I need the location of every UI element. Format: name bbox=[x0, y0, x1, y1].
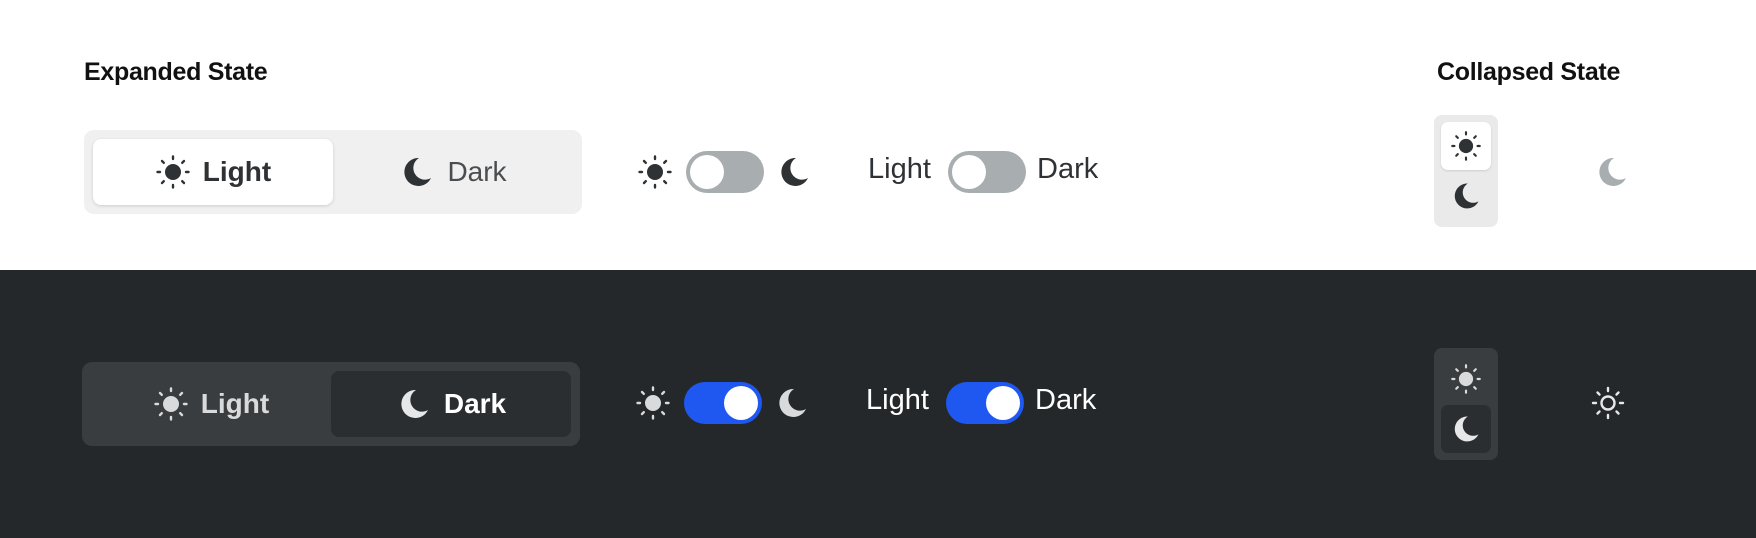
sun-icon bbox=[155, 154, 191, 190]
segment-light-option[interactable]: Light bbox=[93, 139, 333, 205]
sun-icon bbox=[1450, 130, 1482, 162]
collapsed-dark-button[interactable] bbox=[1441, 172, 1491, 220]
moon-icon bbox=[1450, 180, 1482, 212]
moon-icon bbox=[396, 386, 432, 422]
toggle-knob bbox=[690, 155, 724, 189]
theme-icon-toggle-dark[interactable] bbox=[684, 382, 762, 424]
collapsed-single-toggle-dark[interactable] bbox=[1588, 383, 1628, 423]
theme-collapsed-stack-light bbox=[1434, 115, 1498, 227]
toggle-knob bbox=[986, 386, 1020, 420]
moon-icon bbox=[1450, 413, 1482, 445]
theme-text-toggle-light[interactable] bbox=[948, 151, 1026, 193]
sun-icon bbox=[1450, 363, 1482, 395]
segment-dark-label: Dark bbox=[447, 156, 507, 187]
collapsed-light-button[interactable] bbox=[1441, 122, 1491, 170]
sun-icon bbox=[637, 154, 673, 190]
segment-light-label: Light bbox=[202, 156, 272, 187]
collapsed-light-button[interactable] bbox=[1441, 355, 1491, 403]
sun-icon bbox=[153, 386, 189, 422]
text-toggle-light-label: Light bbox=[866, 384, 929, 416]
text-toggle-light-label: Light bbox=[868, 153, 931, 185]
segment-dark-label: Dark bbox=[443, 388, 507, 419]
segment-dark-option[interactable]: Dark bbox=[331, 371, 571, 437]
theme-segmented-control-dark: Light Dark bbox=[82, 362, 580, 446]
segment-light-label: Light bbox=[200, 388, 270, 419]
collapsed-state-heading: Collapsed State bbox=[1437, 58, 1621, 86]
sun-icon bbox=[635, 385, 671, 421]
theme-icon-toggle-light[interactable] bbox=[686, 151, 764, 193]
theme-collapsed-stack-dark bbox=[1434, 348, 1498, 460]
collapsed-dark-button[interactable] bbox=[1441, 405, 1491, 453]
moon-icon bbox=[774, 385, 810, 421]
theme-segmented-control-light: Light Dark bbox=[84, 130, 582, 214]
text-toggle-dark-label: Dark bbox=[1035, 384, 1097, 416]
toggle-knob bbox=[724, 386, 758, 420]
moon-icon bbox=[399, 154, 435, 190]
text-toggle-dark-label: Dark bbox=[1037, 153, 1099, 185]
moon-icon bbox=[1594, 154, 1630, 190]
expanded-state-heading: Expanded State bbox=[84, 58, 268, 86]
moon-icon bbox=[776, 154, 812, 190]
toggle-knob bbox=[952, 155, 986, 189]
sun-icon bbox=[1590, 385, 1626, 421]
segment-light-option[interactable]: Light bbox=[91, 371, 331, 437]
collapsed-single-toggle-light[interactable] bbox=[1592, 152, 1632, 192]
segment-dark-option[interactable]: Dark bbox=[333, 139, 573, 205]
theme-text-toggle-dark[interactable] bbox=[946, 382, 1024, 424]
